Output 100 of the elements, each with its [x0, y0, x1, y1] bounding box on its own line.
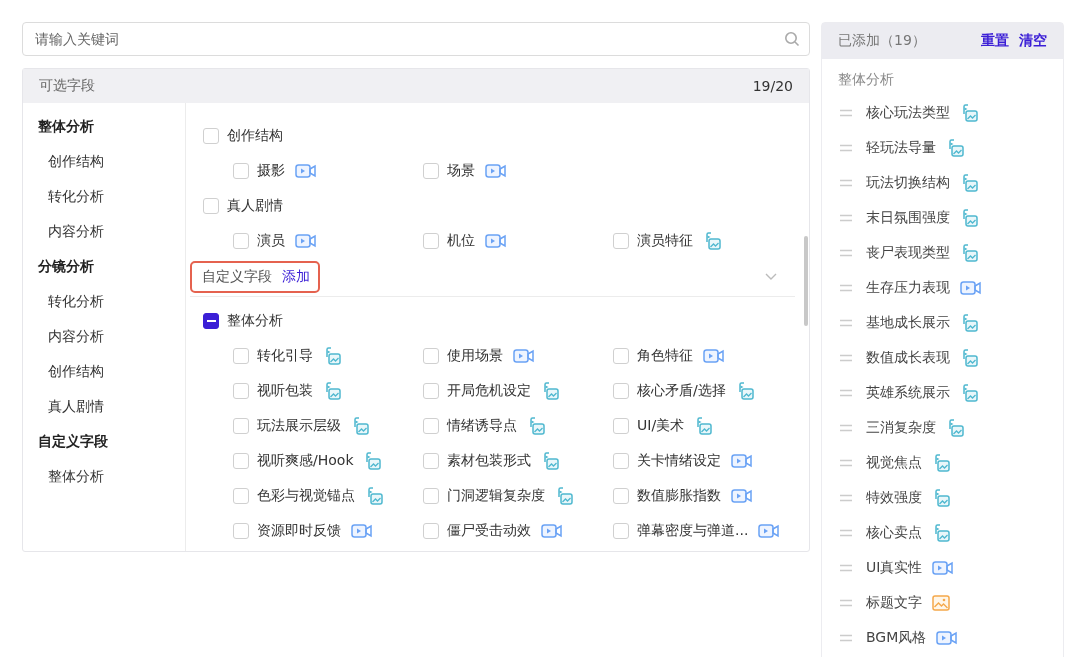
media-icon [351, 416, 369, 435]
drag-handle-icon[interactable] [840, 143, 852, 152]
drag-handle-icon[interactable] [840, 318, 852, 327]
nav-item[interactable]: 转化分析 [23, 284, 104, 319]
video-icon [351, 522, 373, 539]
drag-handle-icon[interactable] [840, 633, 852, 642]
drag-handle-icon[interactable] [840, 353, 852, 362]
panel-title: 可选字段 [39, 77, 95, 95]
added-field-label: UI真实性 [866, 558, 923, 577]
added-field-label: 核心玩法类型 [866, 103, 950, 122]
media-icon [960, 173, 978, 192]
video-icon [541, 522, 563, 539]
chevron-icon[interactable] [765, 273, 777, 281]
search-field[interactable]: 请输入关键词 [22, 22, 810, 56]
media-icon [960, 103, 978, 122]
video-icon [485, 232, 507, 249]
drag-handle-icon[interactable] [840, 598, 852, 607]
group-label: 整体分析 [227, 311, 283, 330]
field-label: 转化引导 [257, 346, 313, 365]
media-icon [694, 416, 713, 435]
field-label: 弹幕密度与弹道... [637, 521, 749, 540]
added-field-label: 三消复杂度 [866, 418, 936, 437]
drag-handle-icon[interactable] [840, 213, 852, 222]
field-label: 场景 [447, 161, 475, 180]
drag-handle-icon[interactable] [840, 178, 852, 187]
video-icon [932, 559, 955, 576]
field-label: 素材包装形式 [447, 451, 531, 470]
search-icon[interactable] [784, 31, 800, 47]
section-heading: 自定义字段 [202, 268, 272, 286]
nav-item[interactable]: 创作结构 [23, 144, 104, 179]
field-label: 数值膨胀指数 [637, 486, 721, 505]
added-field-label: 特效强度 [866, 488, 922, 507]
drag-handle-icon[interactable] [840, 283, 852, 292]
added-field-label: 数值成长表现 [866, 348, 950, 367]
group-label: 真人剧情 [227, 196, 283, 215]
drag-handle-icon[interactable] [840, 563, 852, 572]
nav-group-label[interactable]: 自定义字段 [23, 424, 108, 459]
media-icon [946, 138, 964, 157]
drag-handle-icon[interactable] [840, 423, 852, 432]
field-label: 色彩与视觉锚点 [257, 486, 355, 505]
scrollbar[interactable] [804, 236, 808, 326]
video-icon [703, 347, 725, 364]
media-icon [960, 243, 978, 262]
nav-item[interactable]: 真人剧情 [23, 389, 104, 424]
media-icon [323, 346, 341, 365]
added-field-label: 英雄系统展示 [866, 383, 950, 402]
field-label: 玩法展示层级 [257, 416, 341, 435]
checkbox[interactable] [203, 312, 219, 329]
field-label: 机位 [447, 231, 475, 250]
added-field-label: 标题文字 [866, 593, 922, 612]
field-label: 角色特征 [637, 346, 693, 365]
field-label: 视听爽感/Hook [257, 451, 354, 470]
media-icon [932, 488, 950, 507]
nav-item[interactable]: 内容分析 [23, 214, 104, 249]
nav-item[interactable]: 内容分析 [23, 319, 104, 354]
media-icon [946, 418, 964, 437]
media-icon [541, 381, 559, 400]
media-icon [932, 523, 950, 542]
nav-group-label[interactable]: 分镜分析 [23, 249, 94, 284]
media-icon [960, 383, 978, 402]
added-field-label: 玩法切换结构 [866, 173, 950, 192]
field-label: 核心矛盾/选择 [637, 381, 726, 400]
nav-item[interactable]: 创作结构 [23, 354, 104, 389]
media-icon [960, 313, 978, 332]
added-field-label: 丧尸表现类型 [866, 243, 950, 262]
field-label: 门洞逻辑复杂度 [447, 486, 545, 505]
video-icon [513, 347, 535, 364]
added-field-label: BGM风格 [866, 628, 927, 647]
drag-handle-icon[interactable] [840, 388, 852, 397]
action-link[interactable]: 重置 [981, 32, 1009, 50]
video-icon [295, 162, 317, 179]
group-label: 创作结构 [227, 126, 283, 145]
media-icon [541, 451, 559, 470]
drag-handle-icon[interactable] [840, 458, 852, 467]
added-field-label: 核心卖点 [866, 523, 922, 542]
media-icon [527, 416, 545, 435]
field-label: 演员 [257, 231, 285, 250]
media-icon [555, 486, 573, 505]
drag-handle-icon[interactable] [840, 493, 852, 502]
field-label: UI/美术 [637, 416, 685, 435]
media-icon [365, 486, 383, 505]
add-link[interactable]: 添加 [282, 268, 310, 286]
action-link[interactable]: 清空 [1019, 32, 1047, 50]
video-icon [936, 629, 959, 646]
media-icon [363, 451, 382, 470]
added-field-label: 基地成长展示 [866, 313, 950, 332]
nav-item[interactable]: 转化分析 [23, 179, 104, 214]
drag-handle-icon[interactable] [840, 528, 852, 537]
image-icon [932, 594, 950, 611]
drag-handle-icon[interactable] [840, 248, 852, 257]
nav-item[interactable]: 整体分析 [23, 459, 104, 494]
field-label: 视听包装 [257, 381, 313, 400]
media-icon [960, 348, 978, 367]
added-field-label: 视觉焦点 [866, 453, 922, 472]
field-label: 使用场景 [447, 346, 503, 365]
drag-handle-icon[interactable] [840, 108, 852, 117]
added-field-label: 末日氛围强度 [866, 208, 950, 227]
video-icon [960, 279, 982, 296]
nav-group-label[interactable]: 整体分析 [23, 109, 94, 144]
media-icon [323, 381, 341, 400]
